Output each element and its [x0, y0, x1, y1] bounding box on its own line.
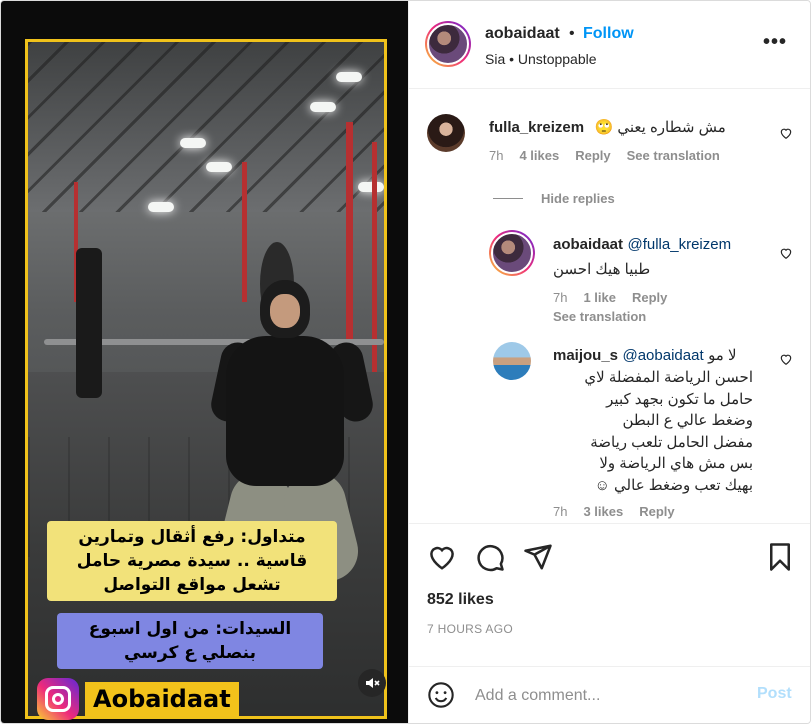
comment-text: مش شطاره يعني 🙄 — [594, 119, 726, 136]
comment-time: 7h — [489, 148, 504, 163]
ceiling-light — [180, 138, 206, 148]
reply-body: maijou_s @aobaidaat لا مو — [553, 346, 773, 365]
reply-text-line: بهيك تعب وضغط عالي ☺ — [594, 476, 753, 494]
replier-username[interactable]: aobaidaat — [553, 236, 623, 253]
hide-replies-button[interactable]: Hide replies — [541, 191, 615, 206]
post-actions: 852 likes 7 HOURS AGO Post — [409, 523, 810, 723]
reply-text-block: احسن الرياضة المفضلة لاي حامل ما تكون بج… — [553, 367, 753, 496]
reply-text-line: بس مش هاي الرياضة ولا — [599, 455, 753, 472]
reply-mention[interactable]: @fulla_kreizem — [627, 236, 731, 253]
reply-button[interactable]: Reply — [639, 504, 674, 519]
reply-text-line: احسن الرياضة المفضلة لاي — [584, 369, 753, 386]
reply-mention[interactable]: @aobaidaat — [622, 347, 703, 364]
athlete-face — [270, 294, 300, 328]
reply-text-line: لا مو — [708, 347, 737, 364]
red-pillar — [242, 162, 247, 302]
comment-body: fulla_kreizem مش شطاره يعني 🙄 — [489, 118, 749, 137]
ceiling-light — [206, 162, 232, 172]
like-heart-icon[interactable] — [427, 542, 457, 572]
replier-avatar[interactable] — [489, 230, 535, 276]
post-timestamp: 7 HOURS AGO — [427, 622, 513, 636]
reply-likes[interactable]: 1 like — [583, 290, 616, 305]
red-pillar — [372, 142, 377, 382]
reply-button[interactable]: Reply — [575, 148, 610, 163]
replies-divider — [493, 198, 523, 199]
reply-meta-translation: See translation — [553, 309, 646, 324]
author-username[interactable]: aobaidaat — [485, 25, 560, 43]
reply-text: طبيا هيك احسن — [553, 261, 651, 278]
instagram-logo-icon — [37, 678, 79, 720]
audio-track-link[interactable]: Sia • Unstoppable — [485, 51, 597, 67]
like-reply-heart-icon[interactable] — [779, 352, 793, 366]
likes-count[interactable]: 852 likes — [427, 591, 494, 609]
post-comment-button[interactable]: Post — [757, 685, 792, 703]
ceiling-light — [336, 72, 362, 82]
ceiling-light — [358, 182, 384, 192]
video-caption-headline: متداول: رفع أثقال وتمارين قاسية .. سيدة … — [47, 521, 337, 601]
reply-meta: 7h 3 likes Reply — [553, 504, 675, 519]
more-options-icon[interactable]: ••• — [763, 31, 787, 54]
video-caption-subline: السيدات: من اول اسبوع بنصلي ع كرسي — [57, 613, 323, 669]
gym-ceiling — [28, 42, 384, 212]
post-header: aobaidaat • Follow Sia • Unstoppable ••• — [409, 1, 810, 89]
reply-body: aobaidaat @fulla_kreizem — [553, 236, 773, 254]
ceiling-light — [148, 202, 174, 212]
like-comment-heart-icon[interactable] — [779, 126, 793, 140]
brand-watermark: Aobaidaat — [37, 678, 239, 720]
share-paper-plane-icon[interactable] — [523, 542, 553, 572]
instagram-post: متداول: رفع أثقال وتمارين قاسية .. سيدة … — [0, 0, 811, 724]
see-translation-button[interactable]: See translation — [553, 309, 646, 324]
commenter-username[interactable]: fulla_kreizem — [489, 119, 584, 136]
reply-time: 7h — [553, 504, 568, 519]
reply-time: 7h — [553, 290, 568, 305]
ceiling-light — [310, 102, 336, 112]
speaker-muted-icon[interactable] — [358, 669, 386, 697]
save-bookmark-icon[interactable] — [765, 542, 795, 572]
emoji-smiley-icon[interactable] — [427, 681, 455, 709]
add-comment-input[interactable] — [475, 683, 735, 709]
add-comment-bar: Post — [409, 666, 810, 723]
brand-name: Aobaidaat — [85, 682, 239, 716]
comments-list[interactable]: fulla_kreizem مش شطاره يعني 🙄 7h 4 likes… — [409, 90, 810, 522]
like-reply-heart-icon[interactable] — [779, 246, 793, 260]
comment-bubble-icon[interactable] — [475, 542, 505, 572]
post-media[interactable]: متداول: رفع أثقال وتمارين قاسية .. سيدة … — [1, 1, 408, 723]
see-translation-button[interactable]: See translation — [627, 148, 720, 163]
follow-button[interactable]: Follow — [583, 25, 634, 43]
athlete-torso — [226, 336, 344, 486]
reply-text-line: حامل ما تكون بجهد كبير — [606, 390, 753, 408]
barbell-plate — [76, 248, 102, 398]
separator-dot: • — [569, 25, 575, 42]
reply-likes[interactable]: 3 likes — [583, 504, 623, 519]
commenter-avatar[interactable] — [427, 114, 465, 152]
reply-meta: 7h 1 like Reply — [553, 290, 667, 305]
reply-text-line: وضغط عالي ع البطن — [622, 412, 754, 429]
reply-button[interactable]: Reply — [632, 290, 667, 305]
author-avatar[interactable] — [425, 21, 471, 67]
reply-text-line: مفضل الحامل تلعب رياضة — [590, 433, 753, 451]
replier-avatar[interactable] — [493, 342, 531, 380]
comment-likes[interactable]: 4 likes — [519, 148, 559, 163]
comment-meta: 7h 4 likes Reply See translation — [489, 148, 720, 163]
replier-username[interactable]: maijou_s — [553, 347, 618, 364]
post-sidebar: aobaidaat • Follow Sia • Unstoppable •••… — [408, 1, 810, 723]
